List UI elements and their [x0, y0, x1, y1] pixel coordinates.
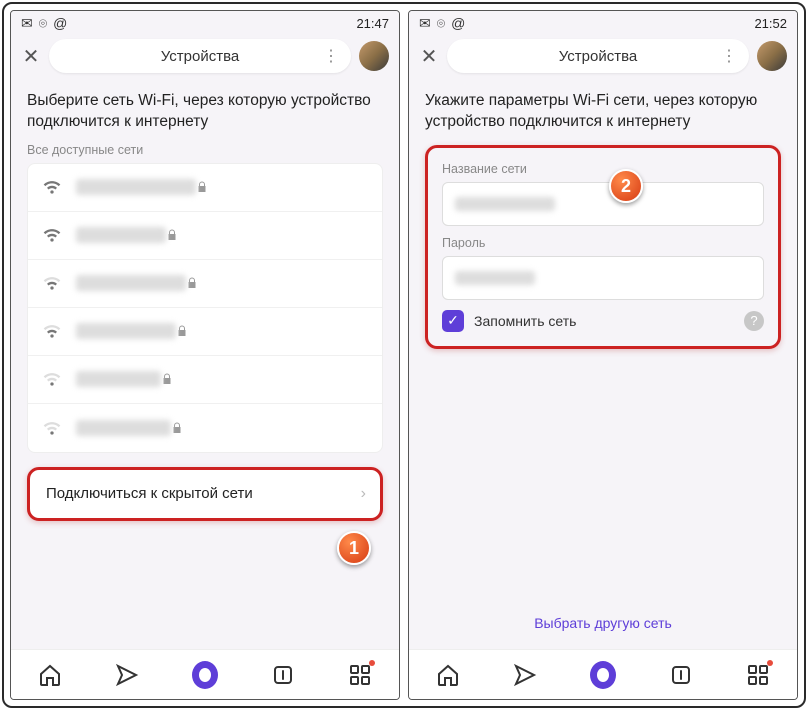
- lock-icon: [161, 373, 173, 385]
- wifi-ssid-blurred: [76, 323, 176, 339]
- nav-alice[interactable]: [192, 662, 218, 688]
- nav-home[interactable]: [435, 662, 461, 688]
- phone-left: ✉ ⌾ @ 21:47 ✕ Устройства ⋮ Выберите сеть…: [10, 10, 400, 700]
- callout-badge-1: 1: [337, 531, 371, 565]
- nav-send[interactable]: [512, 662, 538, 688]
- wifi-ssid-blurred: [76, 420, 171, 436]
- hidden-net-label: Подключиться к скрытой сети: [46, 485, 253, 502]
- more-icon[interactable]: ⋮: [323, 46, 339, 66]
- notification-dot: [767, 660, 773, 666]
- wifi-icon: [42, 418, 62, 438]
- chevron-right-icon: ›: [361, 485, 366, 503]
- nav-alice[interactable]: [590, 662, 616, 688]
- wifi-icon: [42, 321, 62, 341]
- wifi-ssid-blurred: [76, 275, 186, 291]
- title-text: Устройства: [161, 48, 239, 65]
- wifi-icon: [42, 225, 62, 245]
- connect-hidden-network[interactable]: Подключиться к скрытой сети ›: [27, 467, 383, 521]
- callout-badge-2: 2: [609, 169, 643, 203]
- title-bar: ✕ Устройства ⋮: [409, 35, 797, 77]
- mail-icon: ✉: [21, 15, 33, 32]
- wifi-item[interactable]: [28, 212, 382, 260]
- wifi-item[interactable]: [28, 356, 382, 404]
- page-title[interactable]: Устройства ⋮: [49, 39, 351, 73]
- bottom-nav: [11, 649, 399, 699]
- wifi-credentials-form: Название сети Пароль ✓ Запомнить сеть ?: [425, 145, 781, 349]
- nav-tabs[interactable]: [270, 662, 296, 688]
- wifi-icon: [42, 177, 62, 197]
- lock-icon: [176, 325, 188, 337]
- nav-menu[interactable]: [745, 662, 771, 688]
- wifi-ssid-blurred: [76, 371, 161, 387]
- lock-icon: [166, 229, 178, 241]
- status-bar: ✉ ⌾ @ 21:47: [11, 11, 399, 35]
- whatsapp-icon: ⌾: [39, 15, 47, 32]
- status-bar: ✉ ⌾ @ 21:52: [409, 11, 797, 35]
- ssid-label: Название сети: [442, 162, 764, 176]
- wifi-ssid-blurred: [76, 179, 196, 195]
- whatsapp-icon: ⌾: [437, 15, 445, 32]
- remember-label: Запомнить сеть: [474, 313, 576, 329]
- remember-checkbox[interactable]: ✓: [442, 310, 464, 332]
- avatar[interactable]: [757, 41, 787, 71]
- help-icon[interactable]: ?: [744, 311, 764, 331]
- choose-other-network[interactable]: Выбрать другую сеть: [425, 615, 781, 631]
- title-text: Устройства: [559, 48, 637, 65]
- phone-right: ✉ ⌾ @ 21:52 ✕ Устройства ⋮ Укажите парам…: [408, 10, 798, 700]
- avatar[interactable]: [359, 41, 389, 71]
- lock-icon: [186, 277, 198, 289]
- notification-dot: [369, 660, 375, 666]
- nav-menu[interactable]: [347, 662, 373, 688]
- input-value-blurred: [455, 271, 535, 285]
- nav-tabs[interactable]: [668, 662, 694, 688]
- wifi-item[interactable]: [28, 308, 382, 356]
- heading: Выберите сеть Wi-Fi, через которую устро…: [27, 91, 383, 133]
- more-icon[interactable]: ⋮: [721, 46, 737, 66]
- at-icon: @: [53, 15, 67, 31]
- password-input[interactable]: [442, 256, 764, 300]
- wifi-list: [27, 163, 383, 453]
- close-icon[interactable]: ✕: [21, 44, 41, 69]
- status-time: 21:47: [356, 16, 389, 31]
- input-value-blurred: [455, 197, 555, 211]
- remember-row: ✓ Запомнить сеть ?: [442, 310, 764, 332]
- status-time: 21:52: [754, 16, 787, 31]
- nav-home[interactable]: [37, 662, 63, 688]
- nav-send[interactable]: [114, 662, 140, 688]
- wifi-item[interactable]: [28, 404, 382, 452]
- ssid-input[interactable]: [442, 182, 764, 226]
- wifi-ssid-blurred: [76, 227, 166, 243]
- wifi-icon: [42, 369, 62, 389]
- close-icon[interactable]: ✕: [419, 44, 439, 69]
- page-title[interactable]: Устройства ⋮: [447, 39, 749, 73]
- subheading: Все доступные сети: [27, 143, 383, 157]
- bottom-nav: [409, 649, 797, 699]
- lock-icon: [196, 181, 208, 193]
- wifi-item[interactable]: [28, 260, 382, 308]
- title-bar: ✕ Устройства ⋮: [11, 35, 399, 77]
- wifi-icon: [42, 273, 62, 293]
- lock-icon: [171, 422, 183, 434]
- at-icon: @: [451, 15, 465, 31]
- heading: Укажите параметры Wi-Fi сети, через кото…: [425, 91, 781, 133]
- password-label: Пароль: [442, 236, 764, 250]
- wifi-item[interactable]: [28, 164, 382, 212]
- mail-icon: ✉: [419, 15, 431, 32]
